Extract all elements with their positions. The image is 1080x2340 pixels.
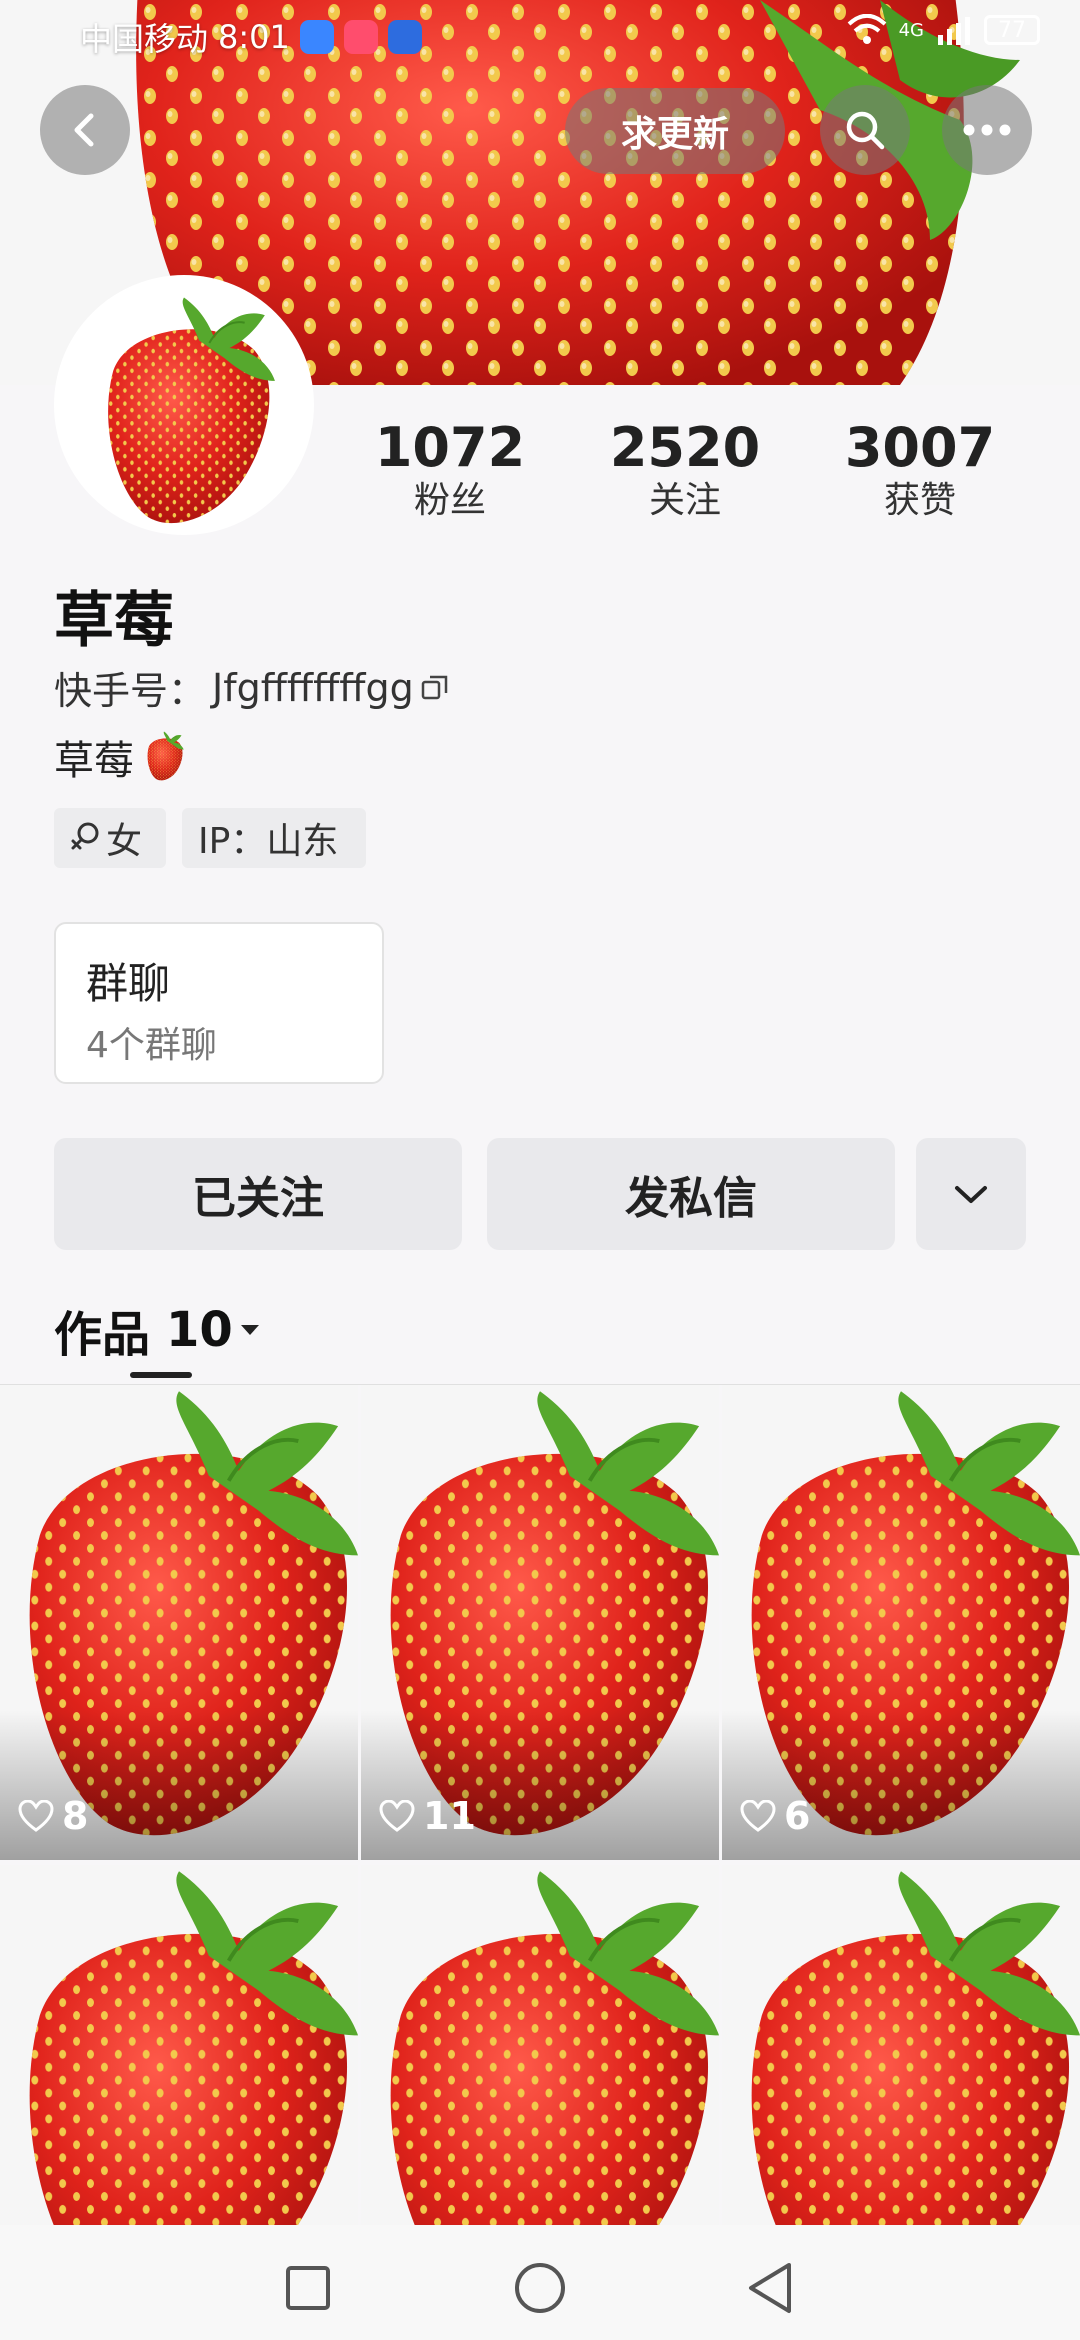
search-button[interactable]	[820, 85, 910, 175]
signal-icon	[938, 17, 970, 45]
followed-button[interactable]: 已关注	[54, 1138, 462, 1250]
ip-location-label: IP：山东	[198, 821, 339, 862]
work-likes: 6	[740, 1794, 810, 1838]
profile-name: 草莓	[54, 586, 174, 656]
network-type-label: 4G	[898, 19, 924, 41]
app-notification-icon	[387, 20, 422, 54]
kuaishou-id-row: 快手号： Jfgffffffffgg	[54, 660, 450, 715]
profile-bio: 草莓	[54, 728, 188, 786]
send-message-label: 发私信	[625, 1173, 757, 1224]
app-notification-icon	[299, 20, 334, 54]
work-likes-count: 11	[423, 1794, 476, 1838]
work-item[interactable]	[0, 1865, 358, 2225]
work-thumbnail-image	[388, 1869, 719, 2225]
gender-label: 女	[106, 821, 143, 862]
followed-button-label: 已关注	[192, 1173, 324, 1224]
work-likes-count: 6	[784, 1794, 811, 1838]
female-icon	[71, 822, 99, 850]
copy-icon[interactable]	[420, 673, 450, 703]
work-likes-count: 8	[62, 1794, 89, 1838]
works-count: 10	[166, 1302, 233, 1358]
work-item[interactable]: 6	[722, 1385, 1080, 1860]
triangle-back-icon	[749, 2263, 791, 2313]
work-item[interactable]	[722, 1865, 1080, 2225]
more-button[interactable]	[942, 85, 1032, 175]
avatar[interactable]	[54, 275, 314, 535]
request-update-label: 求更新	[620, 114, 729, 155]
work-item[interactable]	[361, 1865, 719, 2225]
strawberry-emoji-icon	[140, 731, 188, 783]
battery-icon: 77	[984, 15, 1040, 45]
followers-count: 1072	[374, 416, 526, 479]
avatar-strawberry-image	[106, 296, 277, 525]
send-message-button[interactable]: 发私信	[487, 1138, 895, 1250]
carrier-label: 中国移动	[80, 20, 209, 58]
work-likes: 11	[379, 1794, 476, 1838]
more-dots-icon	[963, 124, 1011, 136]
tab-active-indicator	[130, 1372, 192, 1378]
kuaishou-id-label: 快手号：	[54, 669, 207, 713]
heart-icon	[379, 1800, 415, 1832]
following-count: 2520	[609, 416, 761, 479]
work-item[interactable]: 8	[0, 1385, 358, 1860]
circle-icon	[515, 2263, 565, 2313]
square-icon	[286, 2266, 330, 2310]
back-button[interactable]	[40, 85, 130, 175]
work-likes: 8	[18, 1794, 88, 1838]
home-button[interactable]	[510, 2258, 570, 2318]
app-notification-icon	[343, 20, 378, 54]
expand-more-button[interactable]	[916, 1138, 1026, 1250]
work-item[interactable]: 11	[361, 1385, 719, 1860]
group-chat-card[interactable]: 群聊 4个群聊	[54, 922, 384, 1084]
bio-text: 草莓	[54, 738, 134, 784]
battery-level: 77	[998, 17, 1026, 43]
recent-apps-button[interactable]	[278, 2258, 338, 2318]
following-stat[interactable]: 2520 关注	[575, 415, 795, 521]
tab-works[interactable]: 作品 10	[54, 1295, 261, 1365]
search-icon	[846, 111, 885, 150]
followers-label: 粉丝	[413, 480, 486, 521]
gender-tag: 女	[54, 808, 166, 868]
back-nav-button[interactable]	[740, 2258, 800, 2318]
work-thumbnail-image	[749, 1869, 1080, 2225]
chevron-left-icon	[74, 113, 94, 147]
chevron-down-icon	[955, 1186, 987, 1203]
likes-label: 获赞	[883, 480, 956, 521]
heart-icon	[740, 1800, 776, 1832]
work-thumbnail-image	[27, 1869, 358, 2225]
likes-stat[interactable]: 3007 获赞	[810, 415, 1030, 521]
caret-down-icon	[240, 1325, 259, 1335]
works-tab-label: 作品	[54, 1307, 151, 1363]
kuaishou-id-value: Jfgffffffffgg	[212, 665, 414, 710]
following-label: 关注	[648, 480, 721, 521]
group-chat-count: 4个群聊	[86, 1025, 217, 1066]
heart-icon	[18, 1800, 54, 1832]
likes-count: 3007	[844, 416, 996, 479]
wifi-icon	[847, 14, 886, 44]
status-bar: 中国移动 8:01 4G 77	[0, 0, 1080, 72]
group-chat-title: 群聊	[86, 959, 171, 1008]
time-label: 8:01	[218, 18, 290, 56]
ip-location-tag: IP：山东	[182, 808, 366, 868]
followers-stat[interactable]: 1072 粉丝	[340, 415, 560, 521]
request-update-button[interactable]: 求更新	[565, 88, 785, 174]
